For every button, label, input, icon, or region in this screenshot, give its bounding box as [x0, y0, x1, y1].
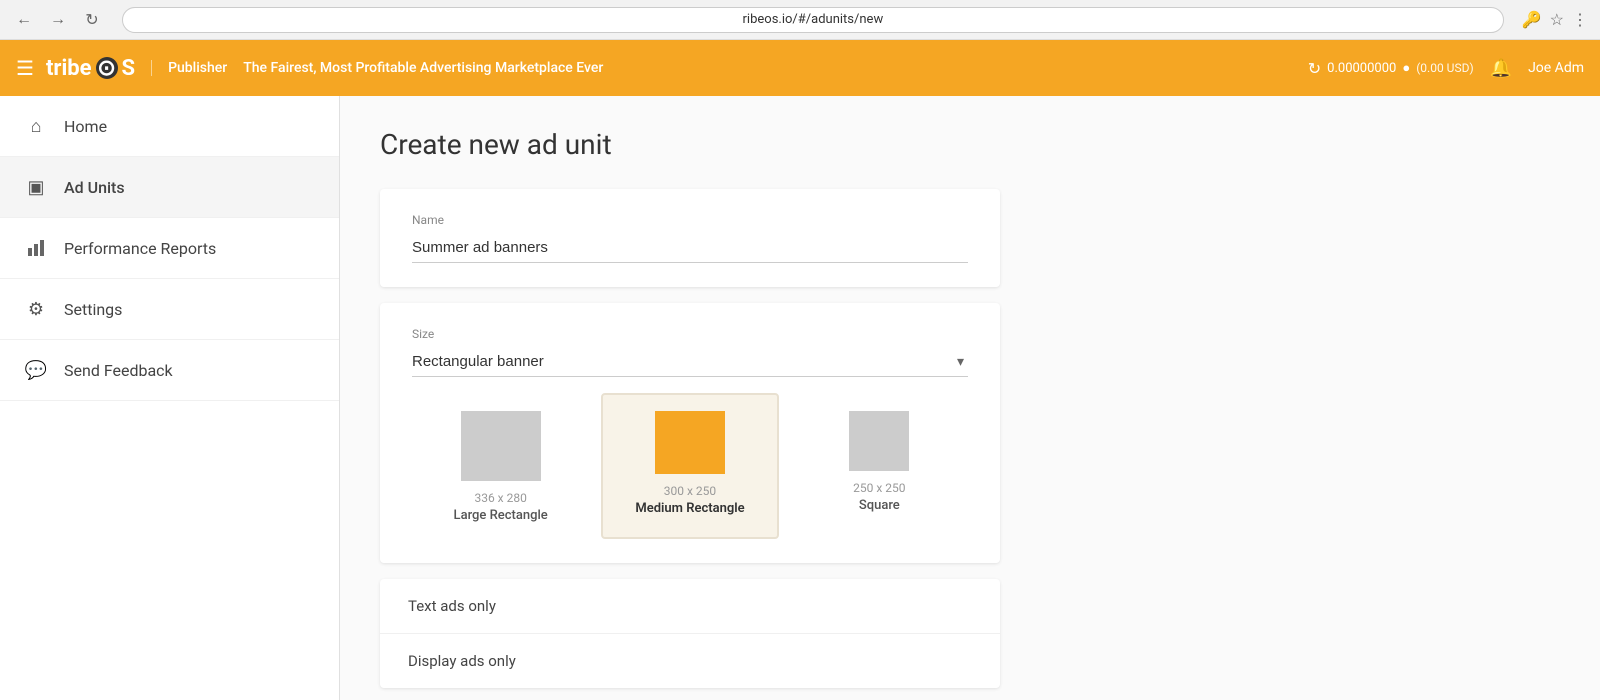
name-input[interactable]	[412, 233, 968, 263]
medium-rect-preview	[655, 411, 725, 474]
balance-display: ↻ 0.00000000 ● (0.00 USD)	[1308, 59, 1474, 78]
key-icon: 🔑	[1522, 10, 1542, 29]
sidebar-item-feedback[interactable]: 💬 Send Feedback	[0, 340, 339, 401]
balance-usd: (0.00 USD)	[1416, 61, 1473, 75]
size-options: 336 x 280 Large Rectangle 300 x 250 Medi…	[412, 393, 968, 539]
size-select-wrapper: Rectangular banner ▾	[412, 347, 968, 377]
sidebar-item-adunits-label: Ad Units	[64, 178, 125, 197]
balance-amount: 0.00000000	[1327, 61, 1396, 76]
hamburger-menu[interactable]: ☰	[16, 56, 34, 80]
sidebar-item-settings[interactable]: ⚙ Settings	[0, 279, 339, 340]
sidebar-item-home-label: Home	[64, 117, 107, 136]
settings-icon: ⚙	[24, 297, 48, 321]
sidebar-item-feedback-label: Send Feedback	[64, 361, 173, 380]
brand-circle-icon: ⊙	[96, 57, 118, 79]
top-nav: ☰ tribe ⊙ S Publisher The Fairest, Most …	[0, 40, 1600, 96]
sidebar-item-performance[interactable]: Performance Reports	[0, 218, 339, 279]
size-option-medium-rect[interactable]: 300 x 250 Medium Rectangle	[601, 393, 778, 539]
token-icon: ●	[1402, 60, 1410, 76]
balance-refresh-icon[interactable]: ↻	[1308, 59, 1321, 78]
home-icon: ⌂	[24, 114, 48, 138]
medium-rect-name: Medium Rectangle	[635, 501, 744, 516]
display-ads-option[interactable]: Display ads only	[380, 634, 1000, 688]
sidebar-item-performance-label: Performance Reports	[64, 239, 216, 258]
tagline: The Fairest, Most Profitable Advertising…	[243, 60, 1308, 76]
menu-icon[interactable]: ⋮	[1572, 10, 1588, 29]
brand-logo: tribe ⊙ S	[46, 56, 135, 81]
feedback-icon: 💬	[24, 358, 48, 382]
refresh-button[interactable]: ↻	[80, 8, 104, 32]
square-name: Square	[859, 498, 900, 513]
size-select[interactable]: Rectangular banner	[412, 347, 968, 376]
notification-bell-icon[interactable]: 🔔	[1490, 58, 1512, 79]
large-rect-dims: 336 x 280	[474, 491, 526, 505]
forward-button[interactable]: →	[46, 8, 70, 32]
ad-type-section: Text ads only Display ads only	[380, 579, 1000, 688]
large-rect-name: Large Rectangle	[454, 508, 548, 523]
performance-icon	[24, 236, 48, 260]
size-option-large-rect[interactable]: 336 x 280 Large Rectangle	[412, 393, 589, 539]
page-title: Create new ad unit	[380, 128, 1560, 161]
browser-chrome: ← → ↻ ribeos.io/#/adunits/new 🔑 ☆ ⋮	[0, 0, 1600, 40]
back-button[interactable]: ←	[12, 8, 36, 32]
star-icon[interactable]: ☆	[1550, 10, 1564, 29]
adunits-icon: ▣	[24, 175, 48, 199]
address-bar[interactable]: ribeos.io/#/adunits/new	[122, 7, 1504, 33]
sidebar-item-settings-label: Settings	[64, 300, 122, 319]
name-label: Name	[412, 213, 968, 227]
large-rect-preview	[461, 411, 541, 481]
nav-right: ↻ 0.00000000 ● (0.00 USD) 🔔 Joe Adm	[1308, 58, 1584, 79]
main-content: Create new ad unit Name Size Rectangular…	[340, 96, 1600, 700]
size-option-square[interactable]: 250 x 250 Square	[791, 393, 968, 539]
user-name: Joe Adm	[1528, 60, 1584, 76]
browser-actions: 🔑 ☆ ⋮	[1522, 10, 1588, 29]
square-dims: 250 x 250	[853, 481, 905, 495]
sidebar-item-adunits[interactable]: ▣ Ad Units	[0, 157, 339, 218]
sidebar-item-home[interactable]: ⌂ Home	[0, 96, 339, 157]
size-label: Size	[412, 327, 968, 341]
text-ads-option[interactable]: Text ads only	[380, 579, 1000, 634]
name-section: Name	[380, 189, 1000, 287]
app-layout: ⌂ Home ▣ Ad Units Performance Reports ⚙ …	[0, 96, 1600, 700]
size-section: Size Rectangular banner ▾ 336 x 280 Larg…	[380, 303, 1000, 563]
publisher-label: Publisher	[151, 60, 227, 76]
square-preview	[849, 411, 909, 471]
sidebar: ⌂ Home ▣ Ad Units Performance Reports ⚙ …	[0, 96, 340, 700]
medium-rect-dims: 300 x 250	[664, 484, 716, 498]
